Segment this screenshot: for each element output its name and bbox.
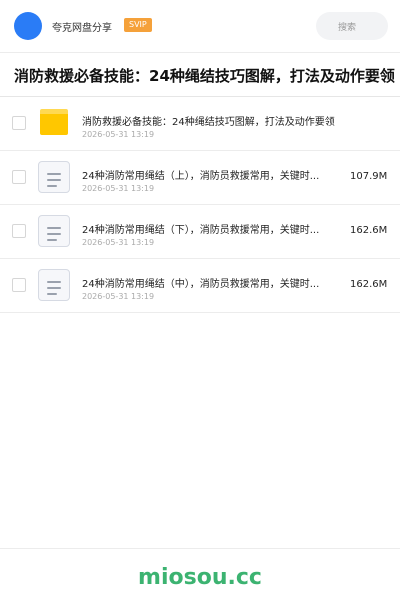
file-name[interactable]: 消防救援必备技能：24种绳结技巧图解，打法及动作要领 [82, 113, 335, 128]
list-item[interactable]: 消防救援必备技能：24种绳结技巧图解，打法及动作要领 2026-05-31 13… [0, 97, 400, 151]
list-item[interactable]: 24种消防常用绳结（中），消防员救援常用，关键时... 2026-05-31 1… [0, 259, 400, 313]
file-name[interactable]: 24种消防常用绳结（上），消防员救援常用，关键时... [82, 167, 319, 182]
document-icon [38, 215, 70, 247]
file-date: 2026-05-31 13:19 [82, 184, 155, 193]
file-list: 消防救援必备技能：24种绳结技巧图解，打法及动作要领 2026-05-31 13… [0, 97, 400, 313]
file-date: 2026-05-31 13:19 [82, 238, 155, 247]
search-box[interactable]: 搜索 [316, 12, 388, 40]
list-item[interactable]: 24种消防常用绳结（下），消防员救援常用，关键时... 2026-05-31 1… [0, 205, 400, 259]
svip-badge: SVIP [124, 18, 152, 32]
file-size: 162.6M [350, 225, 388, 236]
row-checkbox[interactable] [12, 278, 26, 292]
file-name[interactable]: 24种消防常用绳结（下），消防员救援常用，关键时... [82, 221, 319, 236]
list-item[interactable]: 24种消防常用绳结（上），消防员救援常用，关键时... 2026-05-31 1… [0, 151, 400, 205]
page-title: 消防救援必备技能：24种绳结技巧图解，打法及动作要领 [14, 67, 395, 85]
site-name[interactable]: 夸克网盘分享 [52, 19, 112, 34]
row-checkbox[interactable] [12, 116, 26, 130]
site-logo[interactable]: miosou.cc [0, 565, 400, 590]
search-placeholder: 搜索 [338, 23, 357, 33]
row-checkbox[interactable] [12, 224, 26, 238]
footer: miosou.cc [0, 548, 400, 601]
title-bar: 消防救援必备技能：24种绳结技巧图解，打法及动作要领 [0, 52, 400, 97]
avatar[interactable] [14, 12, 42, 40]
file-size: 107.9M [350, 171, 388, 182]
file-date: 2026-05-31 13:19 [82, 292, 155, 301]
file-date: 2026-05-31 13:19 [82, 130, 155, 139]
document-icon [38, 161, 70, 193]
header-bar: 夸克网盘分享 SVIP 搜索 [0, 0, 400, 53]
row-checkbox[interactable] [12, 170, 26, 184]
file-name[interactable]: 24种消防常用绳结（中），消防员救援常用，关键时... [82, 275, 319, 290]
folder-icon [38, 107, 70, 139]
document-icon [38, 269, 70, 301]
file-size: 162.6M [350, 279, 388, 290]
